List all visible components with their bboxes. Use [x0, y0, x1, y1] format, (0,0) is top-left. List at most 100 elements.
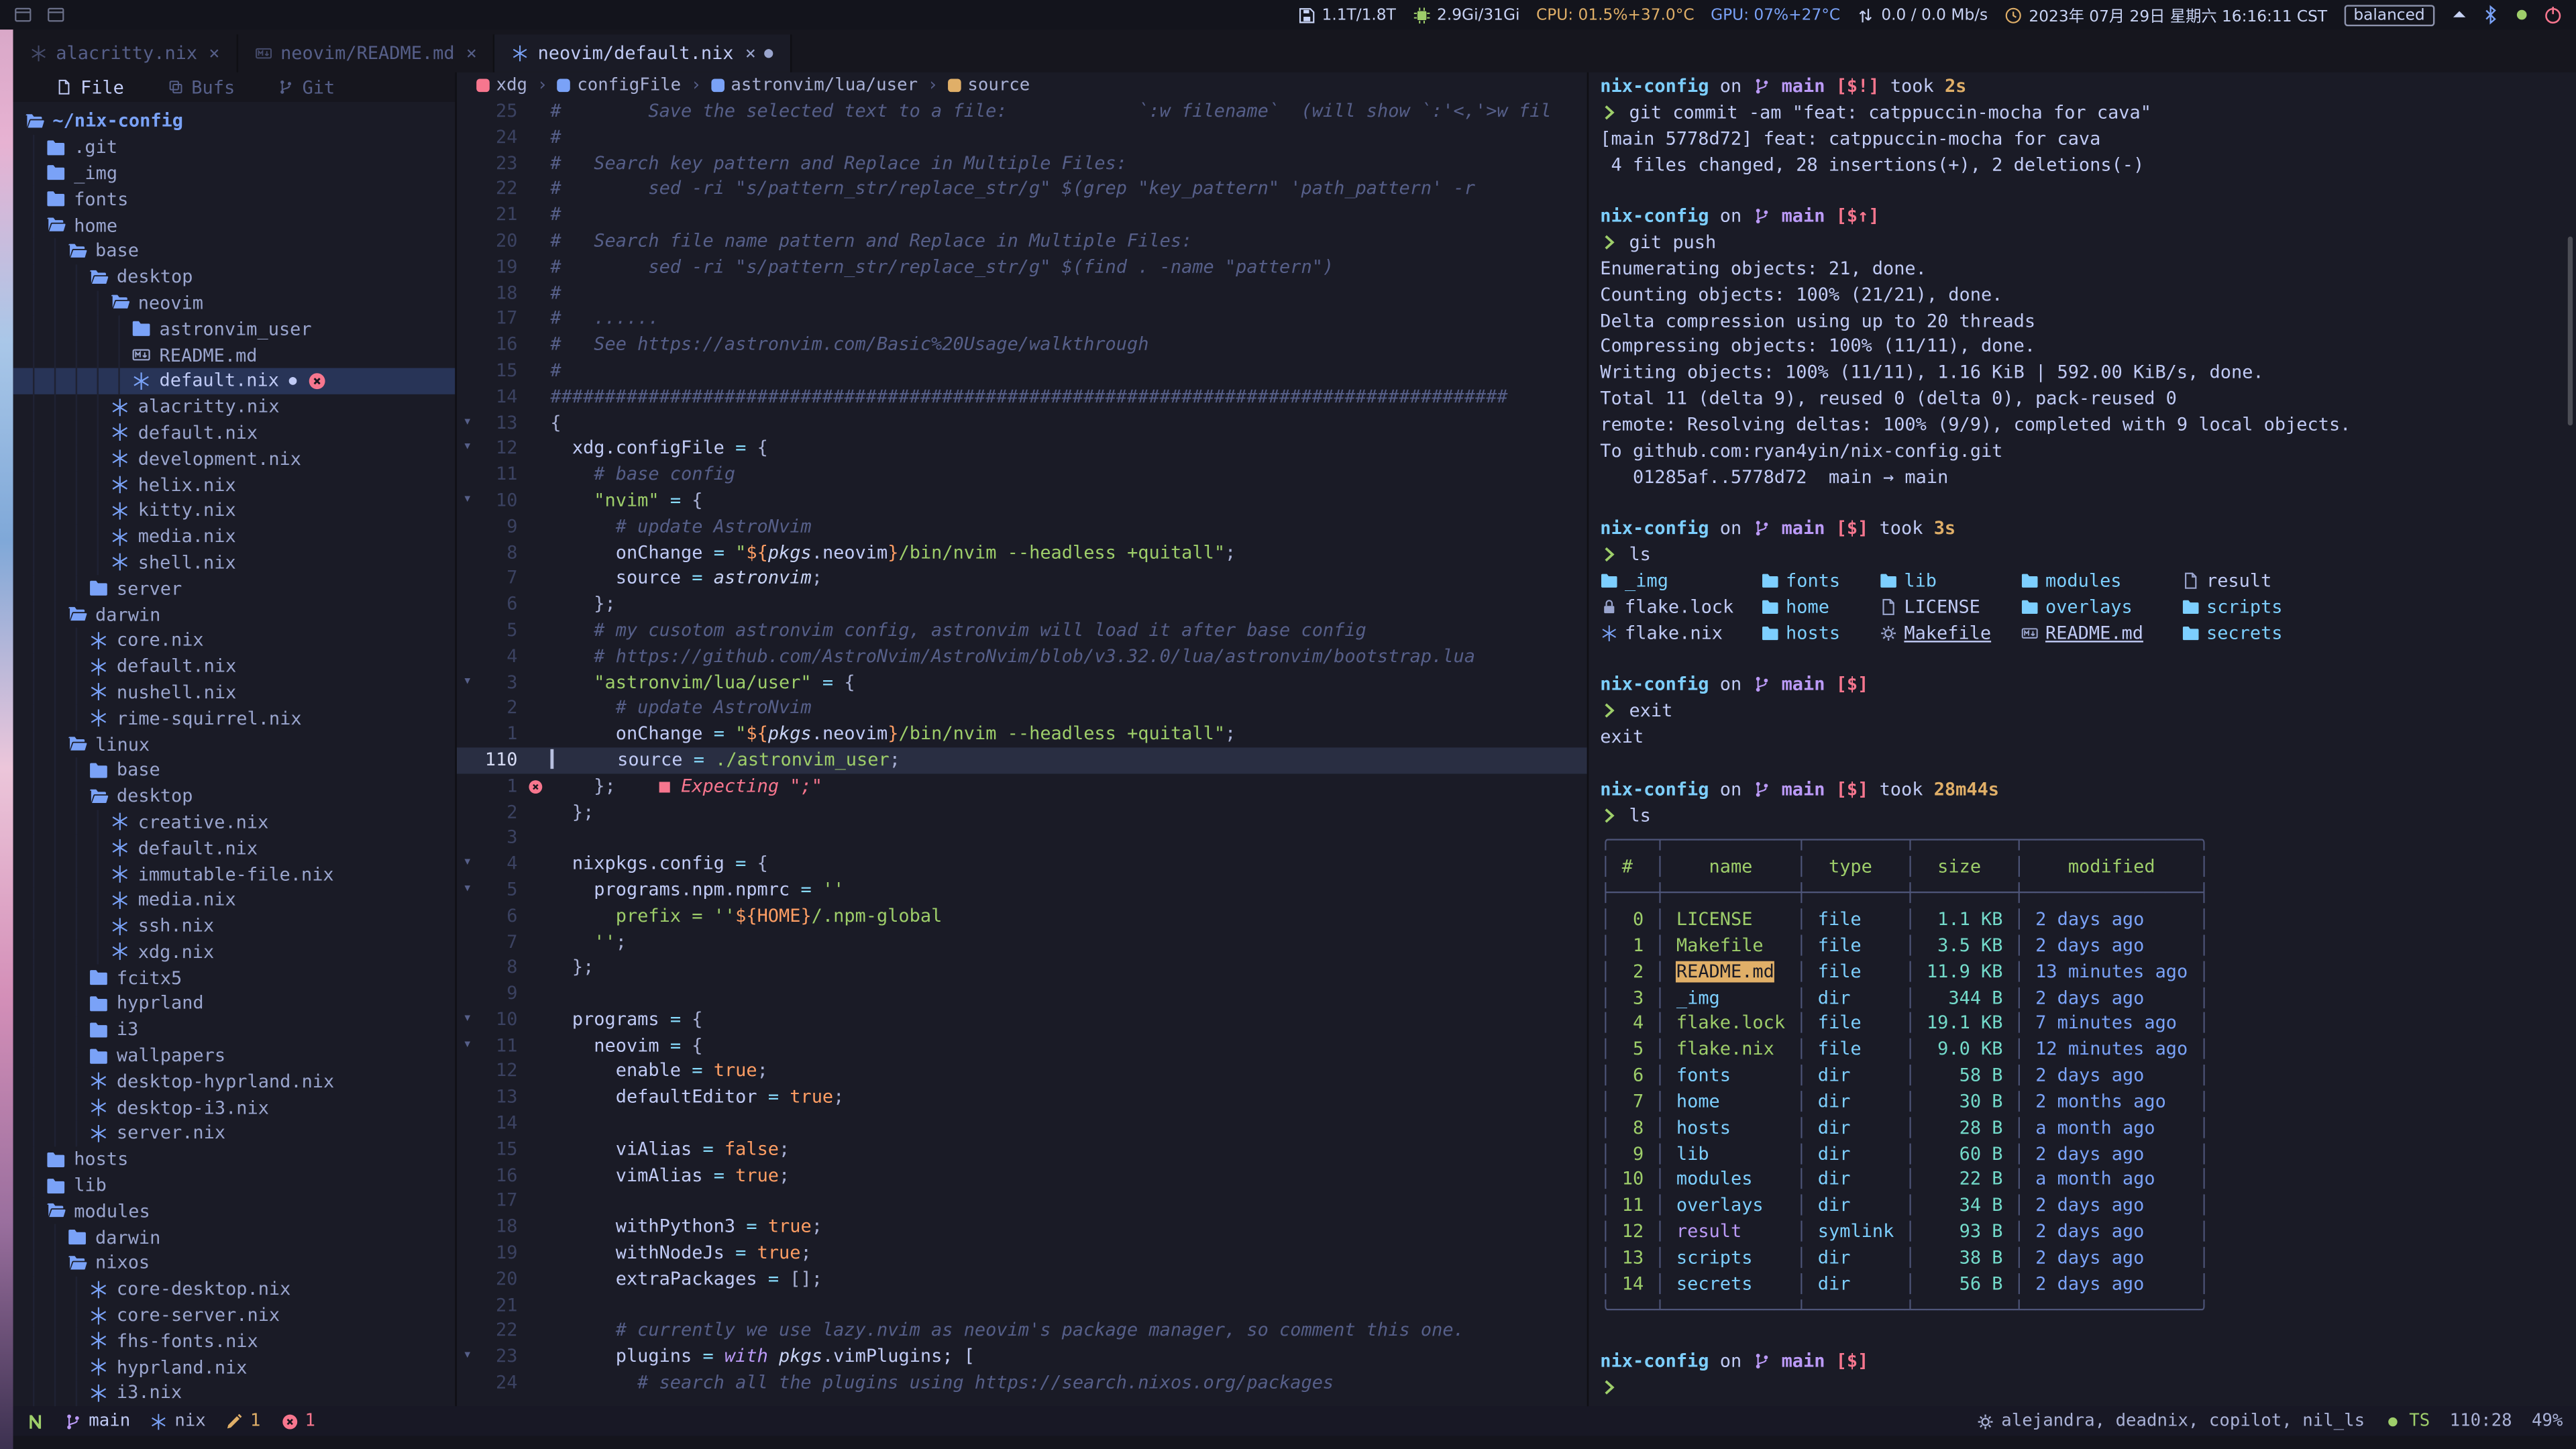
tree-item[interactable]: README.md: [13, 342, 455, 368]
buffer-tab[interactable]: neovim/README.md×: [237, 34, 494, 72]
fold-arrow-icon[interactable]: ▾: [457, 877, 478, 904]
tree-item[interactable]: lib: [13, 1173, 455, 1199]
indent-guide: [67, 861, 89, 888]
terminal-pane[interactable]: nix-config on main [$!] took 2s git comm…: [1587, 72, 2576, 1407]
indent-guide: [67, 368, 89, 394]
tree-item[interactable]: hyprland.nix: [13, 1354, 455, 1381]
markdown-icon: [131, 345, 151, 364]
neotree-source-file[interactable]: File: [56, 76, 124, 98]
terminal-prompt: nix-config on main [$] took 3s: [1600, 518, 2576, 544]
buffer-tab[interactable]: neovim/default.nix×●: [495, 34, 791, 72]
tree-item[interactable]: ~/nix-config: [13, 109, 455, 135]
breadcrumb-item[interactable]: astronvim/lua/user: [711, 76, 918, 95]
tree-item-label: creative.nix: [138, 812, 269, 833]
tree-item[interactable]: helix.nix: [13, 472, 455, 498]
tree-item[interactable]: base: [13, 238, 455, 264]
bluetooth-icon[interactable]: [2481, 5, 2500, 24]
indicator-icon[interactable]: [2512, 5, 2531, 24]
tree-item[interactable]: wallpapers: [13, 1042, 455, 1069]
breadcrumb-item[interactable]: xdg: [476, 76, 527, 95]
tree-item[interactable]: desktop: [13, 264, 455, 290]
tree-item[interactable]: shell.nix: [13, 549, 455, 576]
fold-arrow-icon[interactable]: ▾: [457, 1033, 478, 1059]
tree-item[interactable]: fcitx5: [13, 965, 455, 991]
indent-guide: [46, 653, 68, 680]
breadcrumb-item[interactable]: configFile: [557, 76, 681, 95]
indent-guide: [25, 653, 46, 680]
tree-item[interactable]: default.nix: [13, 653, 455, 680]
tree-item[interactable]: ssh.nix: [13, 913, 455, 939]
tree-item[interactable]: kitty.nix: [13, 498, 455, 524]
tree-item[interactable]: neovim: [13, 290, 455, 316]
fold-arrow-icon[interactable]: ▾: [457, 410, 478, 436]
tree-item[interactable]: default.nix: [13, 420, 455, 446]
tree-item[interactable]: creative.nix: [13, 809, 455, 835]
breadcrumb-item[interactable]: source: [948, 76, 1030, 95]
fold-arrow-icon[interactable]: ▾: [457, 436, 478, 462]
close-icon[interactable]: ×: [209, 43, 219, 64]
tree-item[interactable]: nushell.nix: [13, 680, 455, 706]
tree-item[interactable]: fonts: [13, 186, 455, 213]
indent-guide: [67, 757, 89, 784]
fold-arrow-icon[interactable]: ▾: [457, 851, 478, 877]
text: pkgs: [768, 723, 812, 745]
text: took: [1880, 76, 1945, 97]
tree-item[interactable]: development.nix: [13, 446, 455, 472]
close-icon[interactable]: ×: [466, 43, 477, 64]
text: =: [757, 1086, 790, 1108]
tree-item[interactable]: _img: [13, 160, 455, 186]
text: ./astronvim_user: [715, 749, 890, 771]
prompt-branch: main: [1770, 518, 1825, 539]
tree-item[interactable]: core.nix: [13, 627, 455, 653]
tree-item[interactable]: media.nix: [13, 887, 455, 913]
tree-item[interactable]: i3.nix: [13, 1380, 455, 1406]
tree-item[interactable]: desktop-hyprland.nix: [13, 1069, 455, 1095]
power-icon[interactable]: [2543, 5, 2563, 24]
tray-expand-icon[interactable]: [2449, 5, 2469, 24]
tree-item-label: i3.nix: [117, 1383, 182, 1404]
table-cell-name: lib: [1676, 1142, 1709, 1164]
tree-item[interactable]: darwin: [13, 1224, 455, 1250]
indent-guide: [25, 861, 46, 888]
window-button-1-icon[interactable]: [13, 5, 33, 24]
close-icon[interactable]: ×: [745, 43, 756, 64]
tree-item[interactable]: linux: [13, 731, 455, 757]
tree-item[interactable]: hosts: [13, 1146, 455, 1173]
tree-item[interactable]: home: [13, 212, 455, 238]
tree-item[interactable]: i3: [13, 1017, 455, 1043]
tree-item[interactable]: darwin: [13, 602, 455, 628]
fold-arrow-icon[interactable]: ▾: [457, 488, 478, 514]
tree-item[interactable]: .git: [13, 134, 455, 160]
ls-grid-cell: README.md: [2021, 622, 2182, 643]
neotree-source-bufs[interactable]: Bufs: [167, 76, 235, 98]
tree-item[interactable]: base: [13, 757, 455, 784]
text: .neovim: [812, 541, 888, 563]
fold-arrow-icon[interactable]: ▾: [457, 1344, 478, 1371]
tree-item[interactable]: server.nix: [13, 1120, 455, 1146]
tree-item[interactable]: server: [13, 576, 455, 602]
fold-arrow-icon[interactable]: ▾: [457, 669, 478, 696]
tree-item[interactable]: rime-squirrel.nix: [13, 705, 455, 731]
tree-item[interactable]: desktop-i3.nix: [13, 1095, 455, 1121]
terminal-scrollbar-thumb[interactable]: [2568, 237, 2573, 426]
tree-item[interactable]: xdg.nix: [13, 939, 455, 965]
tree-item[interactable]: hyprland: [13, 991, 455, 1017]
tree-item[interactable]: modules: [13, 1198, 455, 1224]
code-area[interactable]: 25# Save the selected text to a file: `:…: [457, 99, 1587, 1406]
tree-item[interactable]: nixos: [13, 1250, 455, 1277]
tree-item[interactable]: desktop: [13, 783, 455, 809]
fold-arrow-icon[interactable]: ▾: [457, 1007, 478, 1033]
tree-item[interactable]: default.nix: [13, 835, 455, 861]
tree-item[interactable]: alacritty.nix: [13, 394, 455, 420]
tree-item[interactable]: immutable-file.nix: [13, 861, 455, 888]
tree-item[interactable]: core-desktop.nix: [13, 1277, 455, 1303]
tree-item[interactable]: fhs-fonts.nix: [13, 1328, 455, 1354]
window-button-2-icon[interactable]: [46, 5, 66, 24]
neotree-source-git[interactable]: Git: [278, 76, 335, 98]
buffer-tab[interactable]: alacritty.nix×: [13, 34, 238, 72]
tree-item[interactable]: astronvim_user: [13, 316, 455, 342]
tree-item[interactable]: default.nix●: [13, 368, 455, 394]
tree-item[interactable]: core-server.nix: [13, 1302, 455, 1328]
tree-item[interactable]: media.nix: [13, 524, 455, 550]
table-cell-type: file: [1807, 1038, 1905, 1060]
